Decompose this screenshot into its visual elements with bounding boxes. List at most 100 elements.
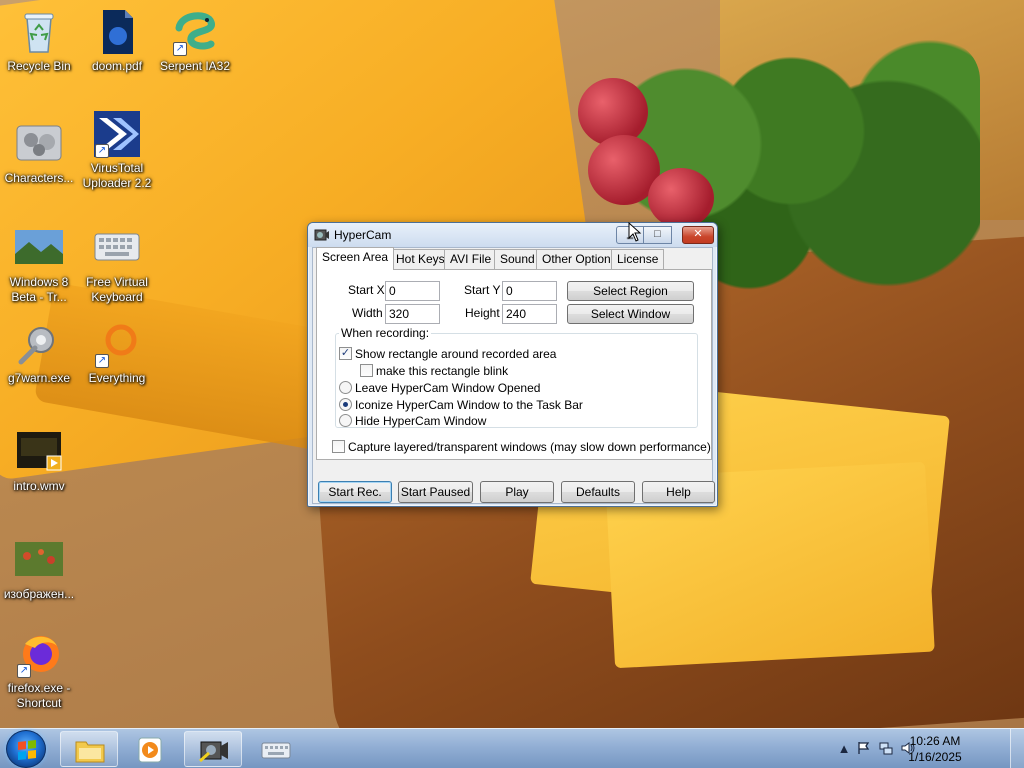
- start-button[interactable]: [6, 730, 46, 768]
- show-desktop-button[interactable]: [1010, 729, 1024, 768]
- shortcut-arrow-icon: ↗: [173, 42, 187, 56]
- taskbar: ▲ 10:26 AM 1/16/2025: [0, 728, 1024, 768]
- desktop-icon-doom-pdf[interactable]: doom.pdf: [78, 8, 156, 74]
- desktop-icon-label: Recycle Bin: [7, 59, 71, 73]
- window-title: HyperCam: [334, 228, 392, 242]
- clock-date[interactable]: 1/16/2025: [900, 750, 970, 764]
- height-label: Height: [465, 306, 500, 320]
- gear-exe-icon: [15, 320, 63, 368]
- start-x-field[interactable]: 0: [385, 281, 440, 301]
- taskbar-media-player[interactable]: [120, 731, 178, 767]
- clock-time[interactable]: 10:26 AM: [900, 734, 970, 748]
- system-tray: ▲ 10:26 AM 1/16/2025: [834, 729, 1024, 768]
- start-rec-button[interactable]: Start Rec.: [318, 481, 392, 503]
- radio-iconize-taskbar-label[interactable]: Iconize HyperCam Window to the Task Bar: [355, 398, 583, 412]
- tab-other-options[interactable]: Other Options: [536, 249, 623, 270]
- maximize-button[interactable]: □: [644, 226, 672, 244]
- blink-rectangle-label[interactable]: make this rectangle blink: [376, 364, 508, 378]
- radio-iconize-taskbar[interactable]: [339, 398, 352, 411]
- hypercam-icon: [199, 737, 229, 763]
- window-titlebar[interactable]: HyperCam ‗ □ ✕: [308, 223, 717, 247]
- pdf-file-icon: [93, 8, 141, 56]
- blink-rectangle-checkbox[interactable]: [360, 364, 373, 377]
- tab-license[interactable]: License: [611, 249, 665, 270]
- action-center-flag-icon[interactable]: [856, 741, 872, 757]
- tab-sound[interactable]: Sound: [494, 249, 541, 270]
- radio-hide-window-label[interactable]: Hide HyperCam Window: [355, 414, 486, 428]
- desktop-icon-label: VirusTotal Uploader 2.2: [82, 161, 152, 190]
- start-y-label: Start Y: [464, 283, 501, 297]
- landscape-image-icon: [15, 224, 63, 272]
- characters-icon: [15, 120, 63, 168]
- desktop-icon-characters[interactable]: Characters...: [0, 120, 78, 186]
- tab-label: Other Options: [542, 252, 617, 266]
- desktop-icon-label: Windows 8 Beta - Tr...: [9, 275, 69, 304]
- everything-search-icon: ↗: [93, 320, 141, 368]
- desktop-icon-firefox[interactable]: ↗ firefox.exe - Shortcut: [0, 630, 78, 711]
- desktop-icon-virustotal[interactable]: ↗ VirusTotal Uploader 2.2: [78, 110, 156, 191]
- desktop-icon-free-virtual-keyboard[interactable]: Free Virtual Keyboard: [78, 224, 156, 305]
- checkmark-icon: ✓: [340, 347, 351, 359]
- shortcut-arrow-icon: ↗: [95, 144, 109, 158]
- hypercam-app-icon: [314, 227, 330, 243]
- desktop-icon-intro-wmv[interactable]: intro.wmv: [0, 428, 78, 494]
- start-x-label: Start X: [348, 283, 385, 297]
- firefox-icon: ↗: [15, 630, 63, 678]
- tab-avi-file[interactable]: AVI File: [444, 249, 498, 270]
- tab-label: AVI File: [450, 252, 492, 266]
- start-paused-button[interactable]: Start Paused: [398, 481, 473, 503]
- video-file-icon: [15, 428, 63, 476]
- tab-label: Screen Area: [322, 250, 389, 264]
- desktop-icon-image[interactable]: изображен...: [0, 536, 78, 602]
- windows-logo-icon: [18, 740, 36, 760]
- desktop-icon-label: intro.wmv: [13, 479, 65, 493]
- defaults-button[interactable]: Defaults: [561, 481, 635, 503]
- file-explorer-icon: [75, 737, 105, 763]
- desktop-icon-recycle-bin[interactable]: Recycle Bin: [0, 8, 78, 74]
- shortcut-arrow-icon: ↗: [95, 354, 109, 368]
- tab-label: Sound: [500, 252, 535, 266]
- desktop-icon-everything[interactable]: ↗ Everything: [78, 320, 156, 386]
- play-button[interactable]: Play: [480, 481, 554, 503]
- serpent-icon: ↗: [171, 8, 219, 56]
- maximize-icon: □: [654, 228, 661, 240]
- taskbar-file-explorer[interactable]: [60, 731, 118, 767]
- desktop-icon-label: Everything: [88, 371, 146, 385]
- help-button[interactable]: Help: [642, 481, 715, 503]
- width-field[interactable]: 320: [385, 304, 440, 324]
- taskbar-hypercam[interactable]: [184, 731, 242, 767]
- show-rectangle-label[interactable]: Show rectangle around recorded area: [355, 347, 556, 361]
- radio-leave-opened-label[interactable]: Leave HyperCam Window Opened: [355, 381, 540, 395]
- tab-hot-keys[interactable]: Hot Keys: [390, 249, 451, 270]
- media-player-icon: [135, 737, 165, 763]
- radio-hide-window[interactable]: [339, 414, 352, 427]
- screen-area-panel: Start X 0 Start Y 0 Select Region Width …: [316, 269, 712, 460]
- desktop-icon-g7warn[interactable]: g7warn.exe: [0, 320, 78, 386]
- hypercam-window[interactable]: HyperCam ‗ □ ✕ Screen Area Hot Keys AVI …: [307, 222, 718, 507]
- height-field[interactable]: 240: [502, 304, 557, 324]
- start-y-field[interactable]: 0: [502, 281, 557, 301]
- taskbar-on-screen-keyboard[interactable]: [246, 731, 304, 767]
- capture-layered-checkbox[interactable]: [332, 440, 345, 453]
- tab-label: Hot Keys: [396, 252, 445, 266]
- window-client-area: Screen Area Hot Keys AVI File Sound Othe…: [312, 247, 715, 504]
- radio-leave-opened[interactable]: [339, 381, 352, 394]
- select-region-button[interactable]: Select Region: [567, 281, 694, 301]
- select-window-button[interactable]: Select Window: [567, 304, 694, 324]
- width-label: Width: [352, 306, 383, 320]
- desktop-icon-serpent[interactable]: ↗ Serpent IA32: [156, 8, 234, 74]
- shortcut-arrow-icon: ↗: [17, 664, 31, 678]
- keyboard-icon: [93, 224, 141, 272]
- image-file-icon: [15, 536, 63, 584]
- close-button[interactable]: ✕: [682, 226, 714, 244]
- close-icon: ✕: [693, 228, 703, 240]
- desktop-icon-windows8[interactable]: Windows 8 Beta - Tr...: [0, 224, 78, 305]
- tab-screen-area[interactable]: Screen Area: [316, 247, 395, 270]
- show-rectangle-checkbox[interactable]: ✓: [339, 347, 352, 360]
- show-hidden-icons-button[interactable]: ▲: [836, 741, 852, 757]
- desktop-icon-label: firefox.exe - Shortcut: [7, 681, 71, 710]
- network-icon[interactable]: [878, 741, 894, 757]
- desktop-icon-label: изображен...: [3, 587, 75, 601]
- capture-layered-label[interactable]: Capture layered/transparent windows (may…: [348, 440, 711, 454]
- chevron-up-icon: ▲: [837, 741, 851, 756]
